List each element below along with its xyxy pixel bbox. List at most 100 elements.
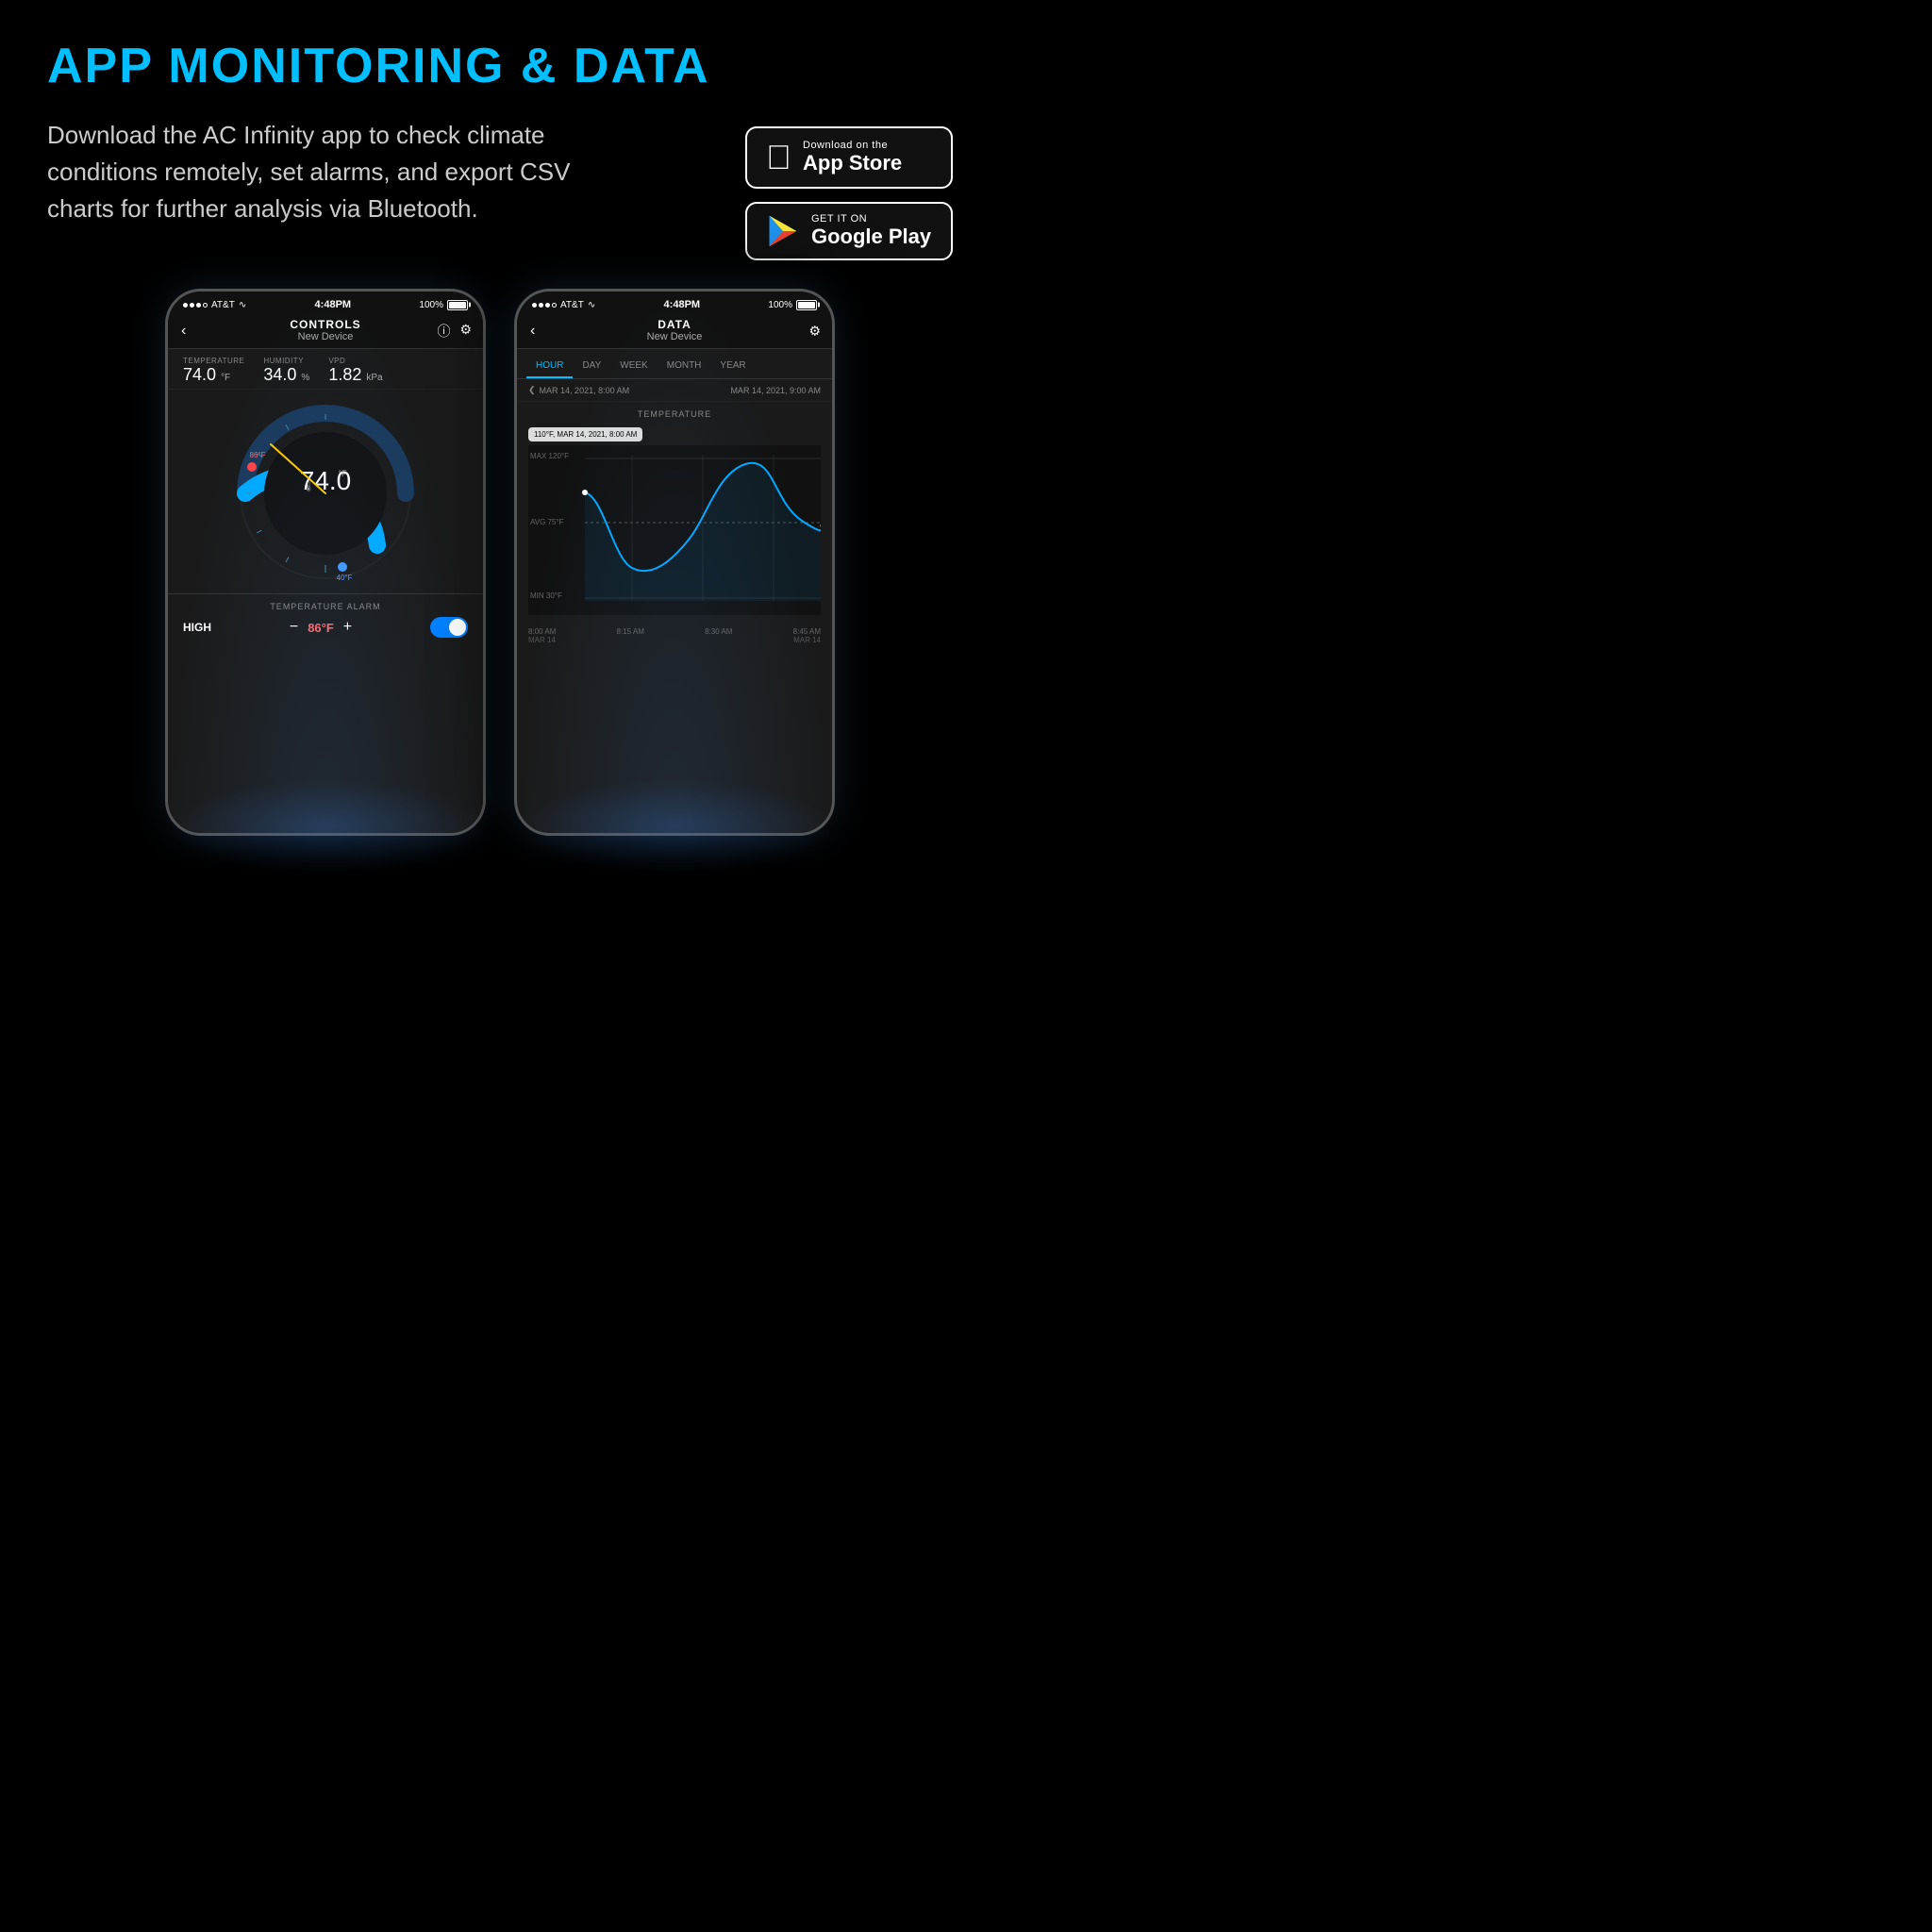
appstore-text: Download on the App Store bbox=[803, 140, 902, 175]
hum-value: 34.0 % bbox=[263, 365, 309, 385]
data-time-label: 4:48PM bbox=[664, 299, 701, 310]
status-right: 100% bbox=[419, 300, 468, 310]
humidity-stat: HUMIDITY 34.0 % bbox=[263, 357, 309, 385]
alarm-toggle[interactable] bbox=[430, 617, 468, 638]
wifi-icon: ∿ bbox=[239, 300, 246, 310]
alarm-controls: − 86°F + bbox=[290, 619, 352, 636]
data-signal-dots bbox=[532, 303, 557, 308]
data-wifi-icon: ∿ bbox=[588, 300, 595, 310]
alarm-value: 86°F bbox=[308, 621, 334, 635]
main-container: APP MONITORING & DATA Download the AC In… bbox=[0, 0, 1000, 1000]
hum-label: HUMIDITY bbox=[263, 357, 309, 365]
controls-header: ‹ CONTROLS New Device ⓘ ⚙ bbox=[168, 314, 483, 349]
date-start: MAR 14, 2021, 8:00 AM bbox=[540, 386, 630, 395]
alarm-section: TEMPERATURE ALARM HIGH − 86°F + bbox=[168, 593, 483, 645]
svg-text:°F: °F bbox=[338, 469, 347, 478]
chart-title: TEMPERATURE bbox=[528, 409, 821, 419]
dot4 bbox=[203, 303, 208, 308]
alarm-plus-button[interactable]: + bbox=[343, 619, 352, 636]
data-back-button[interactable]: ‹ bbox=[530, 323, 535, 340]
settings-icon[interactable]: ⚙ bbox=[459, 322, 472, 341]
data-nav-icons: ⚙ bbox=[808, 324, 821, 340]
google-play-icon bbox=[766, 214, 800, 248]
signal-dots bbox=[183, 303, 208, 308]
chart-tooltip: 110°F, MAR 14, 2021, 8:00 AM bbox=[528, 427, 642, 441]
data-subtitle: New Device bbox=[517, 331, 832, 342]
data-settings-icon[interactable]: ⚙ bbox=[808, 324, 821, 340]
googleplay-badge[interactable]: GET IT ON Google Play bbox=[745, 202, 953, 260]
battery-icon bbox=[447, 300, 468, 310]
vpd-value: 1.82 kPa bbox=[328, 365, 382, 385]
stats-row: TEMPERATURE 74.0 °F HUMIDITY 34.0 % bbox=[168, 349, 483, 390]
date-label-4: MAR 14 bbox=[793, 636, 821, 644]
time-label-3: 8:30 AM bbox=[705, 627, 732, 636]
vpd-unit: kPa bbox=[366, 373, 382, 383]
back-button[interactable]: ‹ bbox=[181, 323, 186, 340]
data-status-bar: AT&T ∿ 4:48PM 100% bbox=[517, 291, 832, 314]
ddot1 bbox=[532, 303, 537, 308]
data-status-right: 100% bbox=[768, 300, 817, 310]
ddot4 bbox=[552, 303, 557, 308]
carrier-label: AT&T bbox=[211, 300, 235, 310]
gauge-svg: 74.0 °F 🌡 86°F 40°F bbox=[231, 399, 420, 588]
vpd-label: VPD bbox=[328, 357, 382, 365]
battery-fill bbox=[449, 302, 466, 308]
data-carrier-label: AT&T bbox=[560, 300, 584, 310]
appstore-large-text: App Store bbox=[803, 151, 902, 175]
ddot3 bbox=[545, 303, 550, 308]
svg-text:AVG 75°F: AVG 75°F bbox=[530, 518, 564, 526]
page-title: APP MONITORING & DATA bbox=[47, 38, 953, 94]
tab-week[interactable]: WEEK bbox=[610, 357, 657, 378]
controls-subtitle: New Device bbox=[168, 331, 483, 342]
controls-status-bar: AT&T ∿ 4:48PM 100% bbox=[168, 291, 483, 314]
time-label-4: 8:45 AM bbox=[793, 627, 821, 636]
date-end: MAR 14, 2021, 9:00 AM bbox=[730, 386, 821, 395]
dot1 bbox=[183, 303, 188, 308]
date-chevron-left[interactable]: ❮ bbox=[528, 385, 536, 395]
controls-phone-wrapper: AT&T ∿ 4:48PM 100% ‹ CONTROLS New bbox=[165, 289, 486, 836]
status-left: AT&T ∿ bbox=[183, 300, 246, 310]
vpd-stat: VPD 1.82 kPa bbox=[328, 357, 382, 385]
alarm-minus-button[interactable]: − bbox=[290, 619, 298, 636]
tab-hour[interactable]: HOUR bbox=[526, 357, 573, 378]
gauge-container: 74.0 °F 🌡 86°F 40°F bbox=[168, 390, 483, 593]
svg-text:MIN 30°F: MIN 30°F bbox=[530, 591, 562, 600]
alarm-high-label: HIGH bbox=[183, 621, 211, 634]
chart-area: TEMPERATURE 110°F, MAR 14, 2021, 8:00 AM… bbox=[517, 402, 832, 625]
date-label-1: MAR 14 bbox=[528, 636, 556, 644]
temp-unit: °F bbox=[221, 373, 230, 383]
temp-label: TEMPERATURE bbox=[183, 357, 244, 365]
temperature-stat: TEMPERATURE 74.0 °F bbox=[183, 357, 244, 385]
dot2 bbox=[190, 303, 194, 308]
controls-phone: AT&T ∿ 4:48PM 100% ‹ CONTROLS New bbox=[165, 289, 486, 836]
time-tabs: HOUR DAY WEEK MONTH YEAR bbox=[517, 349, 832, 379]
tab-day[interactable]: DAY bbox=[573, 357, 610, 378]
top-section: Download the AC Infinity app to check cl… bbox=[47, 117, 953, 260]
svg-text:40°F: 40°F bbox=[337, 574, 353, 582]
svg-text:86°F: 86°F bbox=[250, 451, 266, 459]
data-battery-percent: 100% bbox=[768, 300, 792, 310]
googleplay-text: GET IT ON Google Play bbox=[811, 213, 931, 249]
googleplay-small-text: GET IT ON bbox=[811, 213, 931, 225]
tab-month[interactable]: MONTH bbox=[658, 357, 711, 378]
svg-text:MAX 120°F: MAX 120°F bbox=[530, 452, 569, 460]
description-text: Download the AC Infinity app to check cl… bbox=[47, 117, 575, 227]
badges-container:  Download on the App Store GET IT ON Go… bbox=[745, 126, 953, 260]
time-label-1: 8:00 AM bbox=[528, 627, 556, 636]
date-range-left: ❮ MAR 14, 2021, 8:00 AM bbox=[528, 385, 629, 395]
appstore-small-text: Download on the bbox=[803, 140, 902, 151]
data-phone: AT&T ∿ 4:48PM 100% ‹ DATA New Devi bbox=[514, 289, 835, 836]
data-phone-wrapper: AT&T ∿ 4:48PM 100% ‹ DATA New Devi bbox=[514, 289, 835, 836]
time-labels: 8:00 AM 8:15 AM 8:30 AM 8:45 AM bbox=[517, 625, 832, 636]
dot3 bbox=[196, 303, 201, 308]
battery-percent: 100% bbox=[419, 300, 443, 310]
time-label-2: 8:15 AM bbox=[617, 627, 644, 636]
googleplay-large-text: Google Play bbox=[811, 225, 931, 249]
appstore-badge[interactable]:  Download on the App Store bbox=[745, 126, 953, 189]
temperature-chart: MAX 120°F AVG 75°F MIN 30°F bbox=[528, 445, 821, 615]
data-status-left: AT&T ∿ bbox=[532, 300, 595, 310]
tab-year[interactable]: YEAR bbox=[710, 357, 755, 378]
info-icon[interactable]: ⓘ bbox=[437, 322, 450, 341]
apple-icon:  bbox=[766, 138, 791, 177]
date-range: ❮ MAR 14, 2021, 8:00 AM MAR 14, 2021, 9:… bbox=[517, 379, 832, 402]
